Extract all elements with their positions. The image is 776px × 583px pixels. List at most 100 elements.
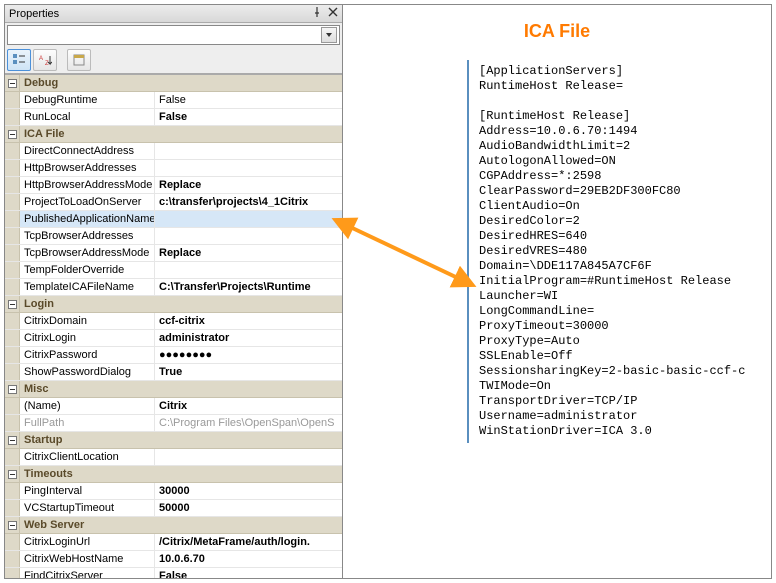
collapse-icon[interactable] (5, 432, 20, 448)
ica-file-content: [ApplicationServers]RuntimeHost Release=… (467, 60, 767, 443)
property-row[interactable]: CitrixDomainccf-citrix (5, 313, 342, 330)
property-name: ShowPasswordDialog (20, 364, 155, 380)
property-value[interactable]: 30000 (155, 483, 342, 499)
ica-line: DesiredColor=2 (479, 214, 761, 229)
property-row[interactable]: PingInterval30000 (5, 483, 342, 500)
property-row[interactable]: ProjectToLoadOnServerc:\transfer\project… (5, 194, 342, 211)
property-value[interactable]: False (155, 568, 342, 578)
property-row[interactable]: VCStartupTimeout50000 (5, 500, 342, 517)
ica-line: Address=10.0.6.70:1494 (479, 124, 761, 139)
property-value[interactable]: c:\transfer\projects\4_1Citrix (155, 194, 342, 210)
property-value[interactable] (155, 449, 342, 465)
property-row[interactable]: (Name)Citrix (5, 398, 342, 415)
property-name: DirectConnectAddress (20, 143, 155, 159)
collapse-icon[interactable] (5, 466, 20, 482)
alphabetical-button[interactable]: AZ (33, 49, 57, 71)
property-row[interactable]: TcpBrowserAddressModeReplace (5, 245, 342, 262)
property-row[interactable]: RunLocalFalse (5, 109, 342, 126)
property-pages-button[interactable] (67, 49, 91, 71)
property-row[interactable]: CitrixLoginUrl/Citrix/MetaFrame/auth/log… (5, 534, 342, 551)
property-value[interactable] (155, 143, 342, 159)
collapse-icon[interactable] (5, 75, 20, 91)
property-name: TemplateICAFileName (20, 279, 155, 295)
property-value[interactable] (155, 228, 342, 244)
collapse-icon[interactable] (5, 126, 20, 142)
property-name: PingInterval (20, 483, 155, 499)
section-debug[interactable]: Debug (5, 75, 342, 92)
section-label: Misc (20, 383, 48, 395)
property-name: TempFolderOverride (20, 262, 155, 278)
property-row[interactable]: DirectConnectAddress (5, 143, 342, 160)
section-label: ICA File (20, 128, 65, 140)
property-name: CitrixPassword (20, 347, 155, 363)
property-value[interactable]: 10.0.6.70 (155, 551, 342, 567)
collapse-icon[interactable] (5, 296, 20, 312)
svg-text:A: A (39, 56, 43, 62)
ica-line: AudioBandwidthLimit=2 (479, 139, 761, 154)
ica-line: ProxyTimeout=30000 (479, 319, 761, 334)
ica-line: Domain=\DDE117A845A7CF6F (479, 259, 761, 274)
ica-line: SSLEnable=Off (479, 349, 761, 364)
property-row[interactable]: HttpBrowserAddresses (5, 160, 342, 177)
property-value[interactable]: False (155, 92, 342, 108)
ica-line: ClearPassword=29EB2DF300FC80 (479, 184, 761, 199)
property-row[interactable]: FindCitrixServerFalse (5, 568, 342, 578)
property-value[interactable]: False (155, 109, 342, 125)
section-label: Login (20, 298, 54, 310)
property-row[interactable]: CitrixPassword●●●●●●●● (5, 347, 342, 364)
property-value[interactable]: C:\Transfer\Projects\Runtime (155, 279, 342, 295)
property-row[interactable]: FullPathC:\Program Files\OpenSpan\OpenS (5, 415, 342, 432)
property-value[interactable]: Replace (155, 245, 342, 261)
ica-line: CGPAddress=*:2598 (479, 169, 761, 184)
property-row[interactable]: TemplateICAFileNameC:\Transfer\Projects\… (5, 279, 342, 296)
section-label: Debug (20, 77, 58, 89)
property-grid[interactable]: Debug DebugRuntimeFalseRunLocalFalse ICA F… (5, 74, 342, 578)
property-row[interactable]: PublishedApplicationName (5, 211, 342, 228)
property-name: HttpBrowserAddresses (20, 160, 155, 176)
object-selector[interactable] (7, 25, 340, 45)
property-row[interactable]: TempFolderOverride (5, 262, 342, 279)
property-row[interactable]: CitrixWebHostName10.0.6.70 (5, 551, 342, 568)
property-row[interactable]: HttpBrowserAddressModeReplace (5, 177, 342, 194)
properties-title: Properties (9, 8, 59, 20)
property-value[interactable]: ●●●●●●●● (155, 347, 342, 363)
property-value[interactable]: /Citrix/MetaFrame/auth/login. (155, 534, 342, 550)
property-row[interactable]: ShowPasswordDialogTrue (5, 364, 342, 381)
ica-line: WinStationDriver=ICA 3.0 (479, 424, 761, 439)
ica-line: SessionsharingKey=2-basic-basic-ccf-c (479, 364, 761, 379)
property-value[interactable]: Replace (155, 177, 342, 193)
ica-file-title: ICA File (357, 21, 757, 42)
ica-line: DesiredHRES=640 (479, 229, 761, 244)
property-value[interactable] (155, 262, 342, 278)
section-ica-file[interactable]: ICA File (5, 126, 342, 143)
property-row[interactable]: CitrixLoginadministrator (5, 330, 342, 347)
collapse-icon[interactable] (5, 517, 20, 533)
property-value[interactable] (155, 160, 342, 176)
ica-line: AutologonAllowed=ON (479, 154, 761, 169)
ica-line: ProxyType=Auto (479, 334, 761, 349)
property-value[interactable]: ccf-citrix (155, 313, 342, 329)
collapse-icon[interactable] (5, 381, 20, 397)
section-login[interactable]: Login (5, 296, 342, 313)
section-label: Startup (20, 434, 63, 446)
property-value[interactable]: administrator (155, 330, 342, 346)
categorized-button[interactable] (7, 49, 31, 71)
pin-icon[interactable] (312, 7, 322, 20)
chevron-down-icon[interactable] (321, 27, 337, 43)
properties-panel: Properties AZ Debug DebugRuntimeFalseRunL… (5, 5, 343, 578)
property-value[interactable]: True (155, 364, 342, 380)
property-value[interactable]: 50000 (155, 500, 342, 516)
property-row[interactable]: CitrixClientLocation (5, 449, 342, 466)
section-startup[interactable]: Startup (5, 432, 342, 449)
property-row[interactable]: TcpBrowserAddresses (5, 228, 342, 245)
ica-line: DesiredVRES=480 (479, 244, 761, 259)
property-value[interactable]: C:\Program Files\OpenSpan\OpenS (155, 415, 342, 431)
property-value[interactable]: Citrix (155, 398, 342, 414)
property-value[interactable] (155, 211, 342, 227)
section-misc[interactable]: Misc (5, 381, 342, 398)
section-timeouts[interactable]: Timeouts (5, 466, 342, 483)
close-icon[interactable] (328, 7, 338, 20)
property-row[interactable]: DebugRuntimeFalse (5, 92, 342, 109)
section-web-server[interactable]: Web Server (5, 517, 342, 534)
ica-line: TWIMode=On (479, 379, 761, 394)
